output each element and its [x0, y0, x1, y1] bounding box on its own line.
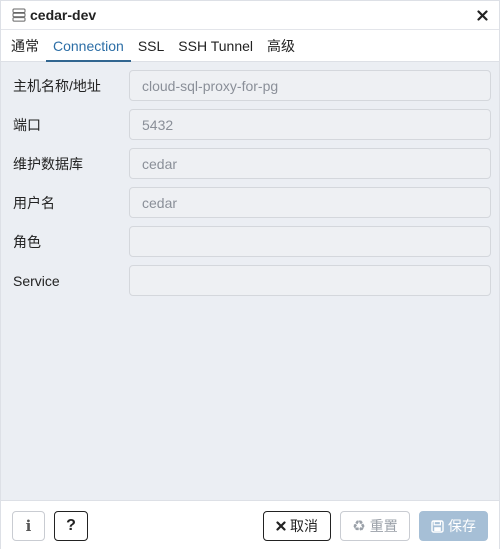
cancel-label: 取消: [290, 518, 318, 534]
info-icon: i: [25, 517, 32, 535]
role-input[interactable]: [129, 226, 491, 257]
save-icon: [431, 519, 444, 533]
reset-button[interactable]: ♻ 重置: [340, 511, 410, 541]
help-button[interactable]: ?: [54, 511, 88, 541]
service-row: Service: [1, 265, 499, 297]
save-label: 保存: [448, 518, 476, 534]
save-button[interactable]: 保存: [419, 511, 488, 541]
tab-general[interactable]: 通常: [4, 30, 46, 61]
username-input[interactable]: [129, 187, 491, 218]
tab-ssh-tunnel[interactable]: SSH Tunnel: [171, 30, 260, 61]
tab-bar: 通常 Connection SSL SSH Tunnel 高级: [1, 30, 499, 62]
port-label: 端口: [13, 117, 41, 133]
dialog-title: cedar-dev: [30, 7, 97, 23]
maintenance-db-input[interactable]: [129, 148, 491, 179]
tab-connection[interactable]: Connection: [46, 30, 131, 62]
host-row: 主机名称/地址: [1, 70, 499, 102]
username-label: 用户名: [13, 195, 55, 211]
dialog-footer: i ? 取消 ♻ 重置 保存: [1, 500, 499, 549]
port-row: 端口: [1, 109, 499, 141]
host-label: 主机名称/地址: [13, 78, 101, 94]
service-input[interactable]: [129, 265, 491, 296]
help-icon: ?: [66, 517, 76, 534]
server-icon: [12, 8, 26, 22]
cancel-button[interactable]: 取消: [263, 511, 331, 541]
maintenance-db-row: 维护数据库: [1, 148, 499, 180]
tab-ssl[interactable]: SSL: [131, 30, 171, 61]
role-label: 角色: [13, 234, 41, 250]
tab-advanced[interactable]: 高级: [260, 30, 302, 61]
host-input[interactable]: [129, 70, 491, 101]
dialog: cedar-dev 通常 Connection SSL SSH Tunnel 高…: [0, 0, 500, 549]
close-icon: [276, 521, 286, 531]
reset-label: 重置: [369, 518, 398, 534]
username-row: 用户名: [1, 187, 499, 219]
role-row: 角色: [1, 226, 499, 258]
info-button[interactable]: i: [12, 511, 45, 541]
titlebar[interactable]: cedar-dev: [1, 1, 499, 30]
maintenance-db-label: 维护数据库: [13, 156, 83, 172]
service-label: Service: [13, 273, 60, 289]
recycle-icon: ♻: [352, 518, 366, 535]
port-input[interactable]: [129, 109, 491, 140]
connection-form: 主机名称/地址 端口 维护数据库 用户名 角色 Service: [1, 62, 499, 500]
close-icon[interactable]: [475, 8, 489, 22]
